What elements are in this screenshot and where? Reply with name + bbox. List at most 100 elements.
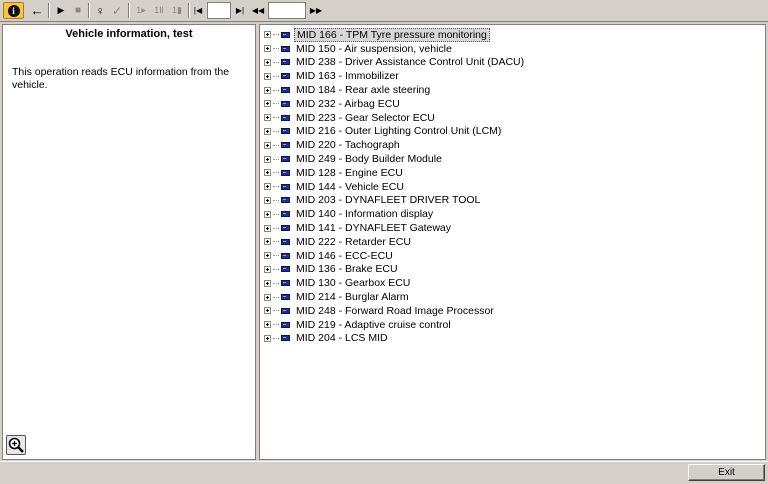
step-end-icon[interactable]: 1▮ (169, 2, 185, 19)
tree-item-label[interactable]: MID 222 - Retarder ECU (294, 236, 413, 248)
tree-item[interactable]: MID 146 - ECC-ECU (264, 249, 526, 263)
ecu-module-icon (281, 238, 290, 245)
expand-plus-icon[interactable] (264, 183, 271, 191)
tree-item-label[interactable]: MID 249 - Body Builder Module (294, 153, 444, 165)
exit-button[interactable]: Exit (688, 464, 765, 481)
expand-plus-icon[interactable] (264, 307, 271, 315)
ecu-module-icon (281, 197, 290, 204)
info-icon: i (7, 4, 20, 17)
expand-plus-icon[interactable] (264, 155, 271, 163)
step-pause-icon[interactable]: 1Ⅱ (151, 2, 167, 19)
fast-forward-icon[interactable]: ▶▶ (308, 2, 324, 19)
expand-plus-icon[interactable] (264, 196, 271, 204)
tree-item[interactable]: MID 238 - Driver Assistance Control Unit… (264, 56, 526, 70)
info-button[interactable]: i (3, 2, 24, 19)
tree-item-label[interactable]: MID 203 - DYNAFLEET DRIVER TOOL (294, 194, 482, 206)
page-number-input[interactable] (207, 2, 231, 19)
tree-item[interactable]: MID 220 - Tachograph (264, 138, 526, 152)
expand-plus-icon[interactable] (264, 252, 271, 260)
expand-plus-icon[interactable] (264, 31, 271, 39)
tree-connector (273, 227, 279, 229)
tree-item-label[interactable]: MID 232 - Airbag ECU (294, 98, 402, 110)
tree-item[interactable]: MID 166 - TPM Tyre pressure monitoring (264, 27, 526, 42)
tree-item-label[interactable]: MID 248 - Forward Road Image Processor (294, 305, 496, 317)
expand-plus-icon[interactable] (264, 265, 271, 273)
tree-item-label[interactable]: MID 163 - Immobilizer (294, 70, 401, 82)
tree-item[interactable]: MID 184 - Rear axle steering (264, 83, 526, 97)
zoom-button[interactable] (6, 435, 26, 455)
tree-item[interactable]: MID 216 - Outer Lighting Control Unit (L… (264, 125, 526, 139)
tree-connector (273, 310, 279, 312)
tree-item[interactable]: MID 203 - DYNAFLEET DRIVER TOOL (264, 194, 526, 208)
tree-item[interactable]: MID 232 - Airbag ECU (264, 97, 526, 111)
tree-item-label[interactable]: MID 166 - TPM Tyre pressure monitoring (294, 27, 490, 42)
expand-plus-icon[interactable] (264, 86, 271, 94)
expand-plus-icon[interactable] (264, 100, 271, 108)
tree-item-label[interactable]: MID 220 - Tachograph (294, 139, 402, 151)
expand-plus-icon[interactable] (264, 127, 271, 135)
tree-item[interactable]: MID 141 - DYNAFLEET Gateway (264, 221, 526, 235)
tree-item-label[interactable]: MID 216 - Outer Lighting Control Unit (L… (294, 125, 503, 137)
expand-plus-icon[interactable] (264, 45, 271, 53)
expand-plus-icon[interactable] (264, 169, 271, 177)
tree-item[interactable]: MID 214 - Burglar Alarm (264, 290, 526, 304)
tree-item-label[interactable]: MID 140 - Information display (294, 208, 435, 220)
tree-item-label[interactable]: MID 184 - Rear axle steering (294, 84, 432, 96)
search-input[interactable] (268, 2, 306, 19)
tree-item-label[interactable]: MID 150 - Air suspension, vehicle (294, 43, 454, 55)
ecu-module-icon (281, 280, 290, 287)
tree-item[interactable]: MID 219 - Adaptive cruise control (264, 318, 526, 332)
tree-item-label[interactable]: MID 214 - Burglar Alarm (294, 291, 411, 303)
tree-item[interactable]: MID 144 - Vehicle ECU (264, 180, 526, 194)
expand-plus-icon[interactable] (264, 279, 271, 287)
expand-plus-icon[interactable] (264, 210, 271, 218)
back-arrow-icon[interactable]: ← (29, 2, 45, 19)
tree-item[interactable]: MID 249 - Body Builder Module (264, 152, 526, 166)
tree-item-label[interactable]: MID 128 - Engine ECU (294, 167, 405, 179)
tree-item-label[interactable]: MID 141 - DYNAFLEET Gateway (294, 222, 453, 234)
ecu-module-icon (281, 294, 290, 301)
expand-plus-icon[interactable] (264, 72, 271, 80)
tree-item-label[interactable]: MID 144 - Vehicle ECU (294, 181, 406, 193)
expand-plus-icon[interactable] (264, 114, 271, 122)
tree-item-label[interactable]: MID 130 - Gearbox ECU (294, 277, 412, 289)
tree-item[interactable]: MID 150 - Air suspension, vehicle (264, 42, 526, 56)
last-page-icon[interactable]: ▶| (233, 2, 247, 19)
ecu-module-icon (281, 335, 290, 342)
expand-plus-icon[interactable] (264, 141, 271, 149)
stop-icon[interactable]: ■ (71, 2, 85, 19)
ecu-module-icon (281, 169, 290, 176)
first-page-icon[interactable]: |◀ (191, 2, 205, 19)
tree-item-label[interactable]: MID 136 - Brake ECU (294, 263, 400, 275)
expand-plus-icon[interactable] (264, 293, 271, 301)
expand-plus-icon[interactable] (264, 321, 271, 329)
tree-item[interactable]: MID 204 - LCS MID (264, 332, 526, 346)
tree-item[interactable]: MID 223 - Gear Selector ECU (264, 111, 526, 125)
tree-item-label[interactable]: MID 146 - ECC-ECU (294, 250, 395, 262)
inspect-icon[interactable]: ♀ (92, 2, 108, 19)
tree-item-label[interactable]: MID 204 - LCS MID (294, 332, 390, 344)
tree-item-label[interactable]: MID 219 - Adaptive cruise control (294, 319, 453, 331)
tree-item-label[interactable]: MID 238 - Driver Assistance Control Unit… (294, 56, 526, 68)
tree-item[interactable]: MID 222 - Retarder ECU (264, 235, 526, 249)
expand-plus-icon[interactable] (264, 58, 271, 66)
tree-item[interactable]: MID 128 - Engine ECU (264, 166, 526, 180)
check-icon[interactable]: ✓ (110, 2, 124, 19)
step-forward-icon[interactable]: 1▸ (133, 2, 149, 19)
status-bar: Exit (0, 461, 768, 484)
expand-plus-icon[interactable] (264, 224, 271, 232)
rewind-icon[interactable]: ◀◀ (250, 2, 266, 19)
tree-item[interactable]: MID 248 - Forward Road Image Processor (264, 304, 526, 318)
play-icon[interactable]: ▶ (54, 2, 68, 19)
tree-item[interactable]: MID 136 - Brake ECU (264, 263, 526, 277)
tree-item[interactable]: MID 130 - Gearbox ECU (264, 276, 526, 290)
toolbar-separator (88, 3, 90, 18)
expand-plus-icon[interactable] (264, 334, 271, 342)
tree-connector (273, 117, 279, 119)
expand-plus-icon[interactable] (264, 238, 271, 246)
tree-connector (273, 34, 279, 36)
tree-item-label[interactable]: MID 223 - Gear Selector ECU (294, 112, 437, 124)
ecu-module-icon (281, 183, 290, 190)
tree-item[interactable]: MID 163 - Immobilizer (264, 69, 526, 83)
tree-item[interactable]: MID 140 - Information display (264, 207, 526, 221)
